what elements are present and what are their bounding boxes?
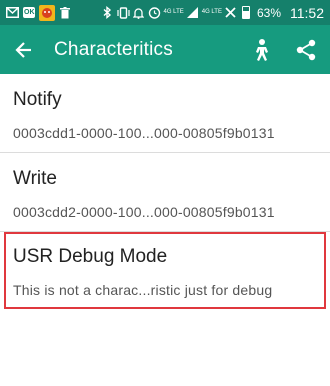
network-type-icon-2: 4G LTE xyxy=(201,9,222,15)
back-arrow-icon xyxy=(15,41,31,58)
list-item-notify[interactable]: Notify 0003cdd1-0000-100...000-00805f9b0… xyxy=(0,74,330,153)
characteristic-description: This is not a charac...ristic just for d… xyxy=(13,282,273,298)
characteristics-list: Notify 0003cdd1-0000-100...000-00805f9b0… xyxy=(0,74,330,309)
share-button[interactable] xyxy=(288,25,324,74)
run-icon xyxy=(256,38,268,61)
ok-app-icon: OK xyxy=(23,7,35,18)
list-item-usr-debug-mode[interactable]: USR Debug Mode This is not a charac...ri… xyxy=(4,232,326,309)
vibrate-icon xyxy=(116,5,130,21)
signal-icon xyxy=(187,5,199,21)
characteristic-name: Write xyxy=(13,168,57,189)
characteristic-uuid: 0003cdd2-0000-100...000-00805f9b0131 xyxy=(13,204,275,220)
screen: OK 4G LTE 4G LTE 63% 11:52 Characteritic… xyxy=(0,0,330,386)
list-item-write[interactable]: Write 0003cdd2-0000-100...000-00805f9b01… xyxy=(0,153,330,232)
page-title: Characteritics xyxy=(54,38,173,60)
mail-icon xyxy=(6,5,19,21)
game-app-icon xyxy=(39,4,55,21)
share-icon xyxy=(296,39,316,60)
notification-bell-icon xyxy=(133,5,145,21)
network-type-icon: 4G LTE xyxy=(163,9,184,15)
battery-percent: 63% xyxy=(256,5,281,20)
clock: 11:52 xyxy=(290,4,324,21)
battery-icon xyxy=(240,5,252,21)
notification-icons: OK xyxy=(6,4,71,21)
characteristic-name: USR Debug Mode xyxy=(13,246,168,267)
alarm-icon xyxy=(148,5,161,21)
characteristic-name: Notify xyxy=(13,89,62,110)
app-bar: Characteritics xyxy=(0,25,330,74)
characteristic-uuid: 0003cdd1-0000-100...000-00805f9b0131 xyxy=(13,125,275,141)
back-button[interactable] xyxy=(2,25,46,74)
status-bar: OK 4G LTE 4G LTE 63% 11:52 xyxy=(0,0,330,25)
system-icons: 4G LTE 4G LTE 63% 11:52 xyxy=(102,4,324,21)
trash-icon xyxy=(59,5,71,21)
no-signal-icon xyxy=(225,5,237,21)
bluetooth-icon xyxy=(102,5,114,21)
run-button[interactable] xyxy=(244,25,280,74)
